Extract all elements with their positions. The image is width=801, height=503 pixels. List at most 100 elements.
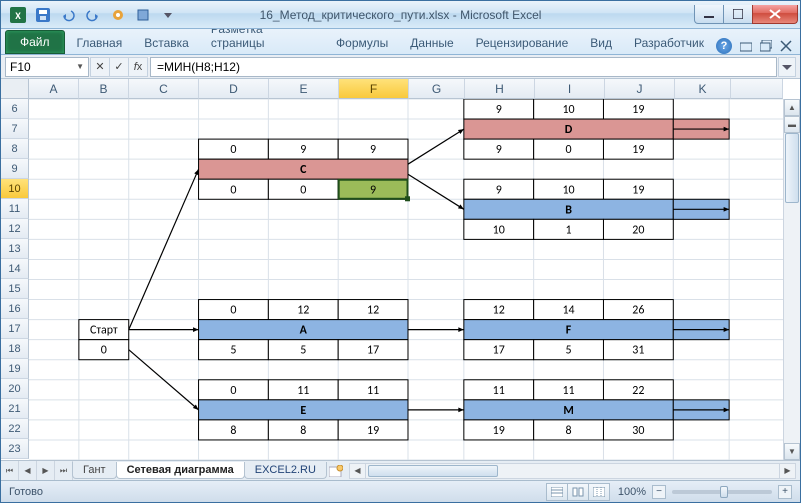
column-header[interactable]: E bbox=[269, 79, 339, 99]
zoom-in-icon[interactable]: + bbox=[778, 485, 792, 499]
fx-icon[interactable]: fx bbox=[128, 57, 148, 77]
row-header[interactable]: 9 bbox=[1, 159, 29, 179]
column-header[interactable]: A bbox=[29, 79, 79, 99]
row-header[interactable]: 14 bbox=[1, 259, 29, 279]
window-controls bbox=[695, 5, 798, 24]
row-header[interactable]: 8 bbox=[1, 139, 29, 159]
scroll-down-icon[interactable]: ▼ bbox=[784, 443, 800, 460]
scroll-left-icon[interactable]: ◀ bbox=[350, 464, 366, 478]
column-header[interactable]: D bbox=[199, 79, 269, 99]
ribbon-tabs: Файл Главная Вставка Разметка страницы Ф… bbox=[1, 29, 800, 55]
name-box[interactable]: F10 ▼ bbox=[5, 57, 89, 77]
column-header[interactable]: G bbox=[409, 79, 465, 99]
column-header[interactable]: J bbox=[605, 79, 675, 99]
close-button[interactable] bbox=[752, 5, 798, 24]
row-header[interactable]: 12 bbox=[1, 219, 29, 239]
file-tab[interactable]: Файл bbox=[5, 30, 65, 54]
status-bar: Готово 100% − + bbox=[1, 480, 800, 502]
row-header[interactable]: 15 bbox=[1, 279, 29, 299]
help-icon[interactable]: ? bbox=[716, 38, 732, 54]
minimize-ribbon-icon[interactable] bbox=[740, 40, 752, 52]
redo-icon[interactable] bbox=[82, 4, 104, 26]
sheet-tab[interactable]: EXCEL2.RU bbox=[244, 462, 327, 479]
prev-sheet-icon[interactable]: ◀ bbox=[19, 461, 37, 480]
scroll-thumb[interactable] bbox=[785, 133, 799, 203]
column-header[interactable]: B bbox=[79, 79, 129, 99]
qat-custom2-icon[interactable] bbox=[132, 4, 154, 26]
horizontal-scrollbar[interactable]: ◀ ▶ bbox=[349, 463, 796, 479]
svg-text:8: 8 bbox=[566, 424, 572, 438]
qat-custom-icon[interactable] bbox=[107, 4, 129, 26]
hscroll-thumb[interactable] bbox=[368, 465, 498, 477]
new-sheet-icon[interactable] bbox=[327, 464, 345, 478]
sheet-tab[interactable]: Гант bbox=[72, 462, 117, 479]
qat-more-icon[interactable] bbox=[157, 4, 179, 26]
row-header[interactable]: 22 bbox=[1, 419, 29, 439]
zoom-level[interactable]: 100% bbox=[618, 486, 646, 498]
ribbon-tab[interactable]: Разработчик bbox=[624, 32, 714, 54]
formula-input[interactable]: =МИН(H8;H12) bbox=[150, 57, 777, 77]
zoom-knob[interactable] bbox=[720, 486, 728, 498]
column-header[interactable]: C bbox=[129, 79, 199, 99]
cell-grid[interactable]: Старт0099C00991019D901991019B1012001212A… bbox=[29, 99, 783, 460]
ribbon-tab[interactable]: Главная bbox=[67, 32, 133, 54]
page-layout-view-icon[interactable] bbox=[567, 483, 589, 501]
first-sheet-icon[interactable]: ⏮ bbox=[1, 461, 19, 480]
page-break-view-icon[interactable] bbox=[588, 483, 610, 501]
undo-icon[interactable] bbox=[57, 4, 79, 26]
maximize-button[interactable] bbox=[723, 5, 753, 24]
scroll-right-icon[interactable]: ▶ bbox=[779, 464, 795, 478]
sheet-tab-active[interactable]: Сетевая диаграмма bbox=[116, 462, 245, 479]
svg-text:11: 11 bbox=[297, 384, 309, 398]
quick-access-toolbar: X bbox=[7, 4, 179, 26]
row-header[interactable]: 10 bbox=[1, 179, 29, 199]
svg-text:11: 11 bbox=[562, 384, 574, 398]
restore-window-icon[interactable] bbox=[760, 40, 772, 52]
row-header[interactable]: 18 bbox=[1, 339, 29, 359]
cancel-fx-icon[interactable]: ✕ bbox=[90, 57, 110, 77]
titlebar: X 16_Метод_критического_пути.xlsx - Micr… bbox=[1, 1, 800, 29]
row-header[interactable]: 23 bbox=[1, 439, 29, 459]
last-sheet-icon[interactable]: ⏭ bbox=[55, 461, 73, 480]
accept-fx-icon[interactable]: ✓ bbox=[109, 57, 129, 77]
row-header[interactable]: 6 bbox=[1, 99, 29, 119]
minimize-button[interactable] bbox=[694, 5, 724, 24]
row-header[interactable]: 20 bbox=[1, 379, 29, 399]
expand-formula-icon[interactable] bbox=[778, 57, 796, 77]
ribbon-tab[interactable]: Вставка bbox=[134, 32, 199, 54]
next-sheet-icon[interactable]: ▶ bbox=[37, 461, 55, 480]
zoom-out-icon[interactable]: − bbox=[652, 485, 666, 499]
row-header[interactable]: 7 bbox=[1, 119, 29, 139]
column-header[interactable]: K bbox=[675, 79, 731, 99]
column-header[interactable]: H bbox=[465, 79, 535, 99]
formula-bar: F10 ▼ ✕ ✓ fx =МИН(H8;H12) bbox=[1, 55, 800, 79]
row-header[interactable]: 16 bbox=[1, 299, 29, 319]
dropdown-icon[interactable]: ▼ bbox=[76, 62, 84, 71]
save-icon[interactable] bbox=[32, 4, 54, 26]
svg-text:31: 31 bbox=[632, 344, 644, 358]
close-workbook-icon[interactable] bbox=[780, 40, 792, 52]
column-header[interactable]: F bbox=[339, 79, 409, 99]
normal-view-icon[interactable] bbox=[546, 483, 568, 501]
row-header[interactable]: 19 bbox=[1, 359, 29, 379]
row-header[interactable]: 21 bbox=[1, 399, 29, 419]
ribbon-tab[interactable]: Вид bbox=[580, 32, 622, 54]
ribbon-tab[interactable]: Формулы bbox=[326, 32, 398, 54]
row-header[interactable]: 17 bbox=[1, 319, 29, 339]
name-box-value: F10 bbox=[10, 60, 31, 74]
row-header[interactable]: 13 bbox=[1, 239, 29, 259]
split-handle[interactable]: ▬ bbox=[784, 116, 800, 133]
svg-text:10: 10 bbox=[493, 223, 505, 237]
scroll-up-icon[interactable]: ▲ bbox=[784, 99, 800, 116]
excel-icon[interactable]: X bbox=[7, 4, 29, 26]
ribbon-tab[interactable]: Рецензирование bbox=[466, 32, 579, 54]
svg-text:5: 5 bbox=[300, 344, 306, 358]
row-header[interactable]: 11 bbox=[1, 199, 29, 219]
zoom-slider[interactable] bbox=[672, 490, 772, 494]
svg-text:M: M bbox=[563, 404, 573, 418]
column-header[interactable]: I bbox=[535, 79, 605, 99]
svg-text:9: 9 bbox=[496, 183, 502, 197]
select-all-corner[interactable] bbox=[1, 79, 29, 99]
ribbon-tab[interactable]: Данные bbox=[400, 32, 463, 54]
vertical-scrollbar[interactable]: ▲ ▬ ▼ bbox=[783, 99, 800, 460]
